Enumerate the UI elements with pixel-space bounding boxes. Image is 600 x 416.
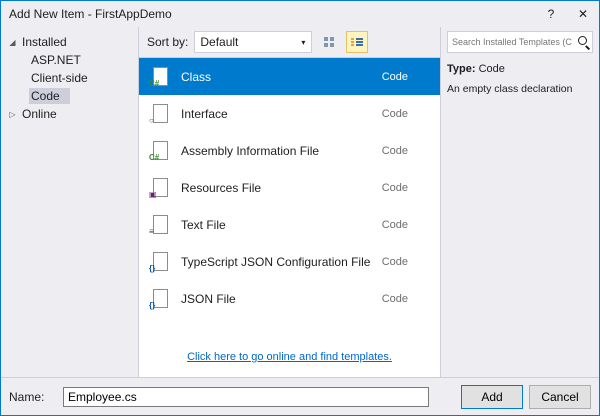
online-link-area: Click here to go online and find templat… [139,349,440,363]
template-type-line: Type: Code [447,63,593,75]
template-tag: Code [382,108,430,120]
tree-node-online[interactable]: ▷ Online [1,105,138,123]
template-pane: Sort by: Default ▾ C# Class Code [139,27,441,377]
help-button[interactable]: ? [535,2,567,26]
document-shape [153,215,168,234]
sort-by-label: Sort by: [147,35,188,49]
add-new-item-dialog: Add New Item - FirstAppDemo ? ✕ ◢ Instal… [0,0,600,416]
sidebar-item-aspnet[interactable]: ASP.NET [1,51,138,69]
sidebar-item-client-side-label: Client-side [29,70,98,86]
template-row-typescript-json-configuration-file[interactable]: {} TypeScript JSON Configuration File Co… [139,243,440,280]
sidebar-item-code-label: Code [29,88,70,104]
add-button[interactable]: Add [461,385,523,409]
sort-toolbar: Sort by: Default ▾ [139,27,440,57]
template-name: Interface [181,107,374,121]
sidebar-item-code[interactable]: Code [1,87,138,105]
sort-by-dropdown[interactable]: Default ▾ [194,31,312,53]
type-value: Code [479,63,505,75]
name-label: Name: [9,390,57,404]
search-input[interactable] [448,37,574,47]
typescript-json-icon-glyph: {} [149,265,155,273]
document-shape [153,104,168,123]
window-title: Add New Item - FirstAppDemo [9,7,535,21]
template-name: JSON File [181,292,374,306]
template-tag: Code [382,182,430,194]
resources-icon-glyph: ▣ [149,191,157,199]
medium-icons-view-button[interactable] [318,31,340,53]
template-row-json-file[interactable]: {} JSON File Code [139,280,440,317]
template-tag: Code [382,293,430,305]
assembly-icon-glyph: C# [149,154,159,162]
template-tag: Code [382,256,430,268]
json-icon-glyph: {} [149,302,155,310]
template-name: Text File [181,218,374,232]
json-file-icon: {} [147,286,173,312]
chevron-down-icon: ▾ [295,38,311,47]
resources-file-icon: ▣ [147,175,173,201]
expanded-arrow-icon: ◢ [7,38,18,47]
details-pane: Type: Code An empty class declaration [441,27,599,377]
template-row-class[interactable]: C# Class Code [139,58,440,95]
collapsed-arrow-icon: ▷ [7,110,18,119]
template-tag: Code [382,219,430,231]
text-file-icon: ≡ [147,212,173,238]
sidebar-item-client-side[interactable]: Client-side [1,69,138,87]
tree-node-installed[interactable]: ◢ Installed [1,33,138,51]
template-row-assembly-information-file[interactable]: C# Assembly Information File Code [139,132,440,169]
sort-by-value: Default [195,35,295,49]
tree-online-label: Online [22,107,57,121]
template-name: Assembly Information File [181,144,374,158]
template-row-resources-file[interactable]: ▣ Resources File Code [139,169,440,206]
category-tree: ◢ Installed ASP.NET Client-side Code ▷ O… [1,27,139,377]
template-row-text-file[interactable]: ≡ Text File Code [139,206,440,243]
typescript-json-file-icon: {} [147,249,173,275]
search-icon[interactable] [574,33,592,51]
dialog-footer: Name: Add Cancel [1,377,599,415]
class-icon-glyph: C# [149,80,159,88]
sidebar-item-aspnet-label: ASP.NET [29,52,91,68]
name-input[interactable] [63,387,429,407]
template-row-interface[interactable]: ○ Interface Code [139,95,440,132]
template-tag: Code [382,71,430,83]
interface-icon-glyph: ○ [149,117,154,125]
assembly-information-file-icon: C# [147,138,173,164]
text-file-icon-glyph: ≡ [149,228,154,236]
template-list: C# Class Code ○ Interface Code C# Assemb… [139,57,440,377]
dialog-body: ◢ Installed ASP.NET Client-side Code ▷ O… [1,27,599,377]
cancel-button[interactable]: Cancel [529,385,591,409]
list-view-icon [351,37,363,47]
search-box [447,31,593,53]
title-bar: Add New Item - FirstAppDemo ? ✕ [1,1,599,27]
template-tag: Code [382,145,430,157]
template-name: TypeScript JSON Configuration File [181,255,374,269]
template-name: Class [181,70,374,84]
find-templates-online-link[interactable]: Click here to go online and find templat… [187,351,392,363]
class-icon: C# [147,64,173,90]
list-view-button[interactable] [346,31,368,53]
type-label: Type: [447,63,476,75]
template-description: An empty class declaration [447,83,593,95]
interface-icon: ○ [147,101,173,127]
grid-view-icon [324,37,335,48]
close-button[interactable]: ✕ [567,2,599,26]
template-name: Resources File [181,181,374,195]
tree-installed-label: Installed [22,35,67,49]
